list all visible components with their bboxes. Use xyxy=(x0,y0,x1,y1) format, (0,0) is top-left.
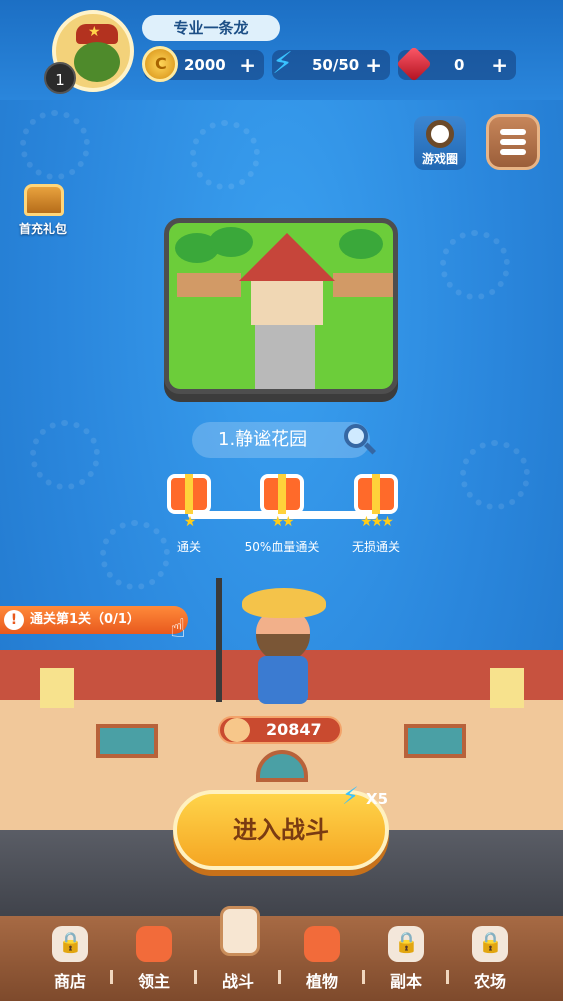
bg-sun-decoration xyxy=(20,110,90,180)
gift-icon xyxy=(167,474,211,514)
fence xyxy=(177,273,241,297)
gem-icon xyxy=(396,46,432,82)
farmer-body xyxy=(258,656,308,704)
search-icon-handle xyxy=(363,442,377,455)
bg-sun-decoration xyxy=(460,440,530,510)
level-info-button[interactable] xyxy=(338,420,378,460)
reward-label: 50%血量通关 xyxy=(244,540,320,554)
menu-icon xyxy=(500,149,526,155)
plant-icon xyxy=(304,926,340,962)
game-circle-button[interactable]: 游戏圈 xyxy=(414,116,466,170)
game-circle-label: 游戏圈 xyxy=(421,152,458,166)
tree xyxy=(339,229,383,259)
chest-icon xyxy=(24,184,64,216)
game-screen: ★ 1 专业一条龙 2000 + ⚡ 50/50 + 0 + 游戏圈 xyxy=(0,0,563,1001)
reward-stars: ★★ xyxy=(271,514,294,530)
reward-stars: ★★★ xyxy=(360,514,394,530)
castle-tower xyxy=(40,668,74,708)
reward-label: 通关 xyxy=(176,540,201,554)
gem-counter: 0 + xyxy=(396,46,516,82)
energy-cost-value: X5 xyxy=(366,790,389,808)
level-preview-card[interactable] xyxy=(164,218,398,394)
lock-icon xyxy=(388,926,424,962)
power-badge: 20847 xyxy=(218,716,342,744)
nav-item-battle[interactable]: 战斗 xyxy=(202,906,274,1001)
player-name: 专业一条龙 xyxy=(142,15,280,41)
reward-half-hp[interactable]: ★★ 50%血量通关 xyxy=(242,470,322,560)
energy-value: 50/50 xyxy=(312,56,360,74)
game-circle-icon xyxy=(426,120,454,148)
coin-value: 2000 xyxy=(184,56,226,74)
menu-button[interactable] xyxy=(486,114,540,170)
nav-item-farm[interactable]: 农场 xyxy=(454,916,526,1001)
gift-icon xyxy=(260,474,304,514)
castle-window xyxy=(404,724,466,758)
alert-icon: ! xyxy=(4,610,24,630)
nav-divider xyxy=(446,970,449,984)
quest-text: 通关第1关（0/1） xyxy=(30,612,140,627)
nav-label: 农场 xyxy=(473,972,506,991)
lock-icon xyxy=(472,926,508,962)
energy-cost: ⚡ X5 xyxy=(342,782,402,812)
fence xyxy=(333,273,393,297)
bg-sun-decoration xyxy=(30,420,100,490)
nav-divider xyxy=(194,970,197,984)
bg-sun-decoration xyxy=(190,120,260,190)
add-gem-button[interactable]: + xyxy=(491,50,508,80)
lightning-icon: ⚡ xyxy=(342,782,359,810)
lock-icon xyxy=(52,926,88,962)
first-charge-label: 首充礼包 xyxy=(18,222,67,236)
add-energy-button[interactable]: + xyxy=(365,50,382,80)
nav-label: 商店 xyxy=(53,972,86,991)
tree xyxy=(209,227,253,257)
nav-label: 战斗 xyxy=(221,972,254,991)
top-bar: ★ 1 专业一条龙 2000 + ⚡ 50/50 + 0 + xyxy=(0,0,563,100)
bg-sun-decoration xyxy=(440,230,510,300)
house-roof xyxy=(239,233,335,281)
menu-icon xyxy=(500,139,526,145)
stone-path xyxy=(255,319,315,389)
reward-label: 无损通关 xyxy=(351,540,400,554)
nav-label: 领主 xyxy=(137,972,170,991)
nav-label: 副本 xyxy=(389,972,422,991)
lord-icon xyxy=(136,926,172,962)
farmer-hat xyxy=(242,588,326,618)
reward-no-damage[interactable]: ★★★ 无损通关 xyxy=(336,470,416,560)
battle-icon xyxy=(220,906,260,956)
first-charge-gift-button[interactable]: 首充礼包 xyxy=(10,178,76,240)
nav-label: 植物 xyxy=(305,972,338,991)
nav-item-plants[interactable]: 植物 xyxy=(286,916,358,1001)
house-body xyxy=(251,279,323,325)
add-coin-button[interactable]: + xyxy=(239,50,256,80)
avatar-star-icon: ★ xyxy=(88,24,101,40)
power-value: 20847 xyxy=(266,720,322,739)
gem-value: 0 xyxy=(454,56,465,74)
bottom-nav: 商店 领主 战斗 植物 副本 农场 xyxy=(0,906,563,1001)
avatar-face xyxy=(74,42,120,82)
player-level-badge: 1 xyxy=(44,62,76,94)
reward-stars: ★ xyxy=(183,514,197,530)
lightning-icon: ⚡ xyxy=(272,46,294,81)
nav-divider xyxy=(278,970,281,984)
reward-clear[interactable]: ★ 通关 xyxy=(149,470,229,560)
nav-item-dungeon[interactable]: 副本 xyxy=(370,916,442,1001)
level-name: 1.静谧花园 xyxy=(218,429,308,450)
nav-item-lord[interactable]: 领主 xyxy=(118,916,190,1001)
quest-bar[interactable]: ! 通关第1关（0/1） xyxy=(0,606,188,634)
castle-tower xyxy=(490,668,524,708)
coin-icon xyxy=(142,46,178,82)
nav-divider xyxy=(110,970,113,984)
energy-counter: ⚡ 50/50 + xyxy=(272,46,390,81)
nav-divider xyxy=(362,970,365,984)
menu-icon xyxy=(500,129,526,135)
power-icon xyxy=(224,718,250,742)
hand-pointer-icon: ☝ xyxy=(170,614,186,644)
gift-icon xyxy=(354,474,398,514)
castle-window xyxy=(96,724,158,758)
nav-item-shop[interactable]: 商店 xyxy=(34,916,106,1001)
coin-counter: 2000 + xyxy=(142,46,264,82)
farmer-character xyxy=(216,568,336,708)
pitchfork xyxy=(216,578,222,702)
